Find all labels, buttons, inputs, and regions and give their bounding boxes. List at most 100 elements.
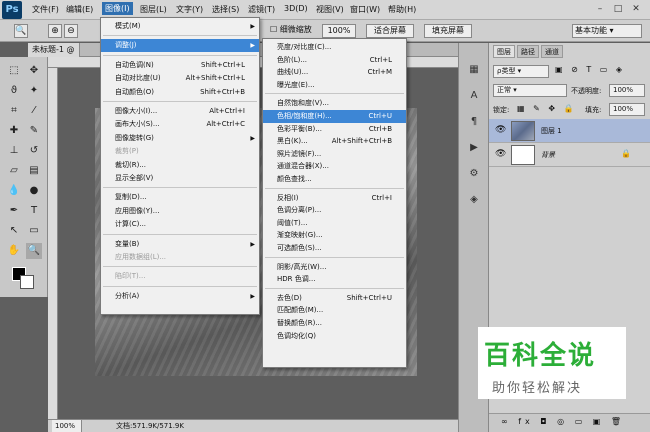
menu-item[interactable]: 自然饱和度(V)... (263, 97, 406, 110)
tab-layers[interactable]: 图层 (493, 45, 515, 58)
path-selection-icon[interactable]: ↖ (6, 223, 22, 239)
menu-item[interactable]: 色调均化(Q) (263, 330, 406, 343)
menu-item[interactable]: 自动色调(N) Shift+Ctrl+L (101, 59, 259, 72)
pen-tool-icon[interactable]: ✒ (6, 203, 22, 219)
menu-item[interactable]: 通道混合器(X)... (263, 160, 406, 173)
menu-item[interactable]: 画布大小(S)... Alt+Ctrl+C (101, 118, 259, 131)
eye-icon[interactable]: 👁 (495, 149, 506, 159)
history-panel-icon[interactable]: ▦ (465, 61, 483, 79)
fill-screen-button[interactable]: 填充屏幕 (424, 24, 472, 38)
zoom-tool-active-icon[interactable]: 🔍 (26, 243, 42, 259)
workspace-select[interactable]: 基本功能 ▾ (572, 24, 642, 38)
menu-item[interactable]: 3D(D) (284, 4, 308, 13)
fine-zoom-checkbox[interactable]: ☐ 细微缩放 (268, 24, 314, 38)
character-panel-icon[interactable]: A (465, 87, 483, 105)
menu-item[interactable]: 模式(M) ▶ (101, 20, 259, 33)
hand-tool-icon[interactable]: ✋ (6, 243, 22, 259)
eyedropper-icon[interactable]: ⁄ (26, 103, 42, 119)
document-tab[interactable]: 未标题-1 @ (28, 43, 80, 57)
menu-item[interactable]: 曝光度(E)... (263, 79, 406, 92)
zoom-tool-icon[interactable]: 🔍 (14, 24, 28, 38)
healing-brush-icon[interactable]: ✚ (6, 123, 22, 139)
menu-item[interactable]: 应用数据组(L)... (101, 251, 259, 264)
fill-input[interactable]: 100% (609, 103, 645, 116)
menu-item[interactable]: 照片滤镜(F)... (263, 148, 406, 161)
menu-item[interactable]: 帮助(H) (388, 4, 416, 15)
blend-mode-select[interactable]: 正常 ▾ (493, 84, 567, 97)
menu-item[interactable]: 窗口(W) (350, 4, 380, 15)
menu-item[interactable]: 渐变映射(G)... (263, 229, 406, 242)
move-tool-icon[interactable]: ✥ (26, 63, 42, 79)
maximize-icon[interactable]: □ (612, 3, 624, 15)
gradient-tool-icon[interactable]: ▤ (26, 163, 42, 179)
lasso-tool-icon[interactable]: ϑ (6, 83, 22, 99)
menu-item[interactable]: 图层(L) (140, 4, 167, 15)
lock-icons[interactable]: ▦ ✎ ✥ 🔒 (517, 104, 577, 113)
menu-item[interactable]: 图像旋转(G) ▶ (101, 132, 259, 145)
menu-item[interactable]: 黑白(K)... Alt+Shift+Ctrl+B (263, 135, 406, 148)
menu-item[interactable]: 选择(S) (212, 4, 239, 15)
menu-item[interactable]: 曲线(U)... Ctrl+M (263, 66, 406, 79)
menu-item[interactable]: 分析(A) ▶ (101, 290, 259, 303)
menu-item[interactable]: 去色(D) Shift+Ctrl+U (263, 292, 406, 305)
3d-panel-icon[interactable]: ◈ (465, 191, 483, 209)
eraser-icon[interactable]: ▱ (6, 163, 22, 179)
eye-icon[interactable]: 👁 (495, 125, 506, 135)
menu-item[interactable]: 滤镜(T) (248, 4, 275, 15)
menu-item[interactable]: 自动颜色(O) Shift+Ctrl+B (101, 86, 259, 99)
menu-item[interactable]: HDR 色调... (263, 273, 406, 286)
minimize-icon[interactable]: – (594, 3, 606, 15)
menu-item[interactable]: 计算(C)... (101, 218, 259, 231)
fit-screen-button[interactable]: 适合屏幕 (366, 24, 414, 38)
menu-item[interactable]: 视图(V) (316, 4, 344, 15)
layers-footer-icons[interactable]: ∞ fx ◘ ◎ ▭ ▣ 🗑 (501, 417, 625, 426)
opacity-input[interactable]: 100% (609, 84, 645, 97)
clone-stamp-icon[interactable]: ⊥ (6, 143, 22, 159)
paragraph-panel-icon[interactable]: ¶ (465, 113, 483, 131)
menu-item[interactable]: 匹配颜色(M)... (263, 304, 406, 317)
menu-item[interactable]: 图像(I) (102, 2, 133, 15)
menu-item[interactable]: 编辑(E) (66, 4, 93, 15)
marquee-tool-icon[interactable]: ⬚ (6, 63, 22, 79)
tab-channels[interactable]: 通道 (541, 45, 563, 58)
blur-tool-icon[interactable]: 💧 (6, 183, 22, 199)
zoom-value-button[interactable]: 100% (322, 24, 356, 38)
brush-tool-icon[interactable]: ✎ (26, 123, 42, 139)
menu-item[interactable]: 亮度/对比度(C)... (263, 41, 406, 54)
dodge-tool-icon[interactable]: ● (26, 183, 42, 199)
status-zoom[interactable]: 100% (52, 420, 82, 432)
close-icon[interactable]: ✕ (630, 3, 642, 15)
magic-wand-icon[interactable]: ✦ (26, 83, 42, 99)
menu-item[interactable]: 色彩平衡(B)... Ctrl+B (263, 123, 406, 136)
menu-item[interactable]: 色调分离(P)... (263, 204, 406, 217)
menu-item[interactable]: 陷印(T)... (101, 270, 259, 283)
tab-paths[interactable]: 路径 (517, 45, 539, 58)
layer-row-background[interactable]: 👁 背景 🔒 (489, 143, 650, 167)
menu-item[interactable]: 复制(D)... (101, 191, 259, 204)
menu-item[interactable]: 自动对比度(U) Alt+Shift+Ctrl+L (101, 72, 259, 85)
history-brush-icon[interactable]: ↺ (26, 143, 42, 159)
menu-item[interactable]: 替换颜色(R)... (263, 317, 406, 330)
menu-item[interactable]: 阴影/高光(W)... (263, 261, 406, 274)
menu-item[interactable]: 色阶(L)... Ctrl+L (263, 54, 406, 67)
menu-item[interactable]: 图像大小(I)... Alt+Ctrl+I (101, 105, 259, 118)
menu-item[interactable]: 阈值(T)... (263, 217, 406, 230)
menu-item[interactable]: 文件(F) (32, 4, 59, 15)
background-color-swatch[interactable] (20, 275, 34, 289)
menu-item[interactable]: 变量(B) ▶ (101, 238, 259, 251)
layer-row-1[interactable]: 👁 图层 1 (489, 119, 650, 143)
menu-item[interactable]: 调整(J) ▶ (101, 39, 259, 53)
zoom-in-icon[interactable]: ⊕ (48, 24, 62, 38)
type-tool-icon[interactable]: T (26, 203, 42, 219)
menu-item[interactable]: 裁剪(P) (101, 145, 259, 158)
menu-item[interactable]: 色相/饱和度(H)... Ctrl+U (263, 110, 406, 123)
tool-presets-icon[interactable]: ⚙ (465, 165, 483, 183)
actions-panel-icon[interactable]: ▶ (465, 139, 483, 157)
menu-item[interactable]: 反相(I) Ctrl+I (263, 192, 406, 205)
menu-item[interactable]: 颜色查找... (263, 173, 406, 186)
shape-tool-icon[interactable]: ▭ (26, 223, 42, 239)
layer-filter-icons[interactable]: ▣ ⊘ T ▭ ◈ (555, 65, 625, 74)
menu-item[interactable]: 显示全部(V) (101, 172, 259, 185)
menu-item[interactable]: 应用图像(Y)... (101, 205, 259, 218)
menu-item[interactable]: 裁切(R)... (101, 159, 259, 172)
